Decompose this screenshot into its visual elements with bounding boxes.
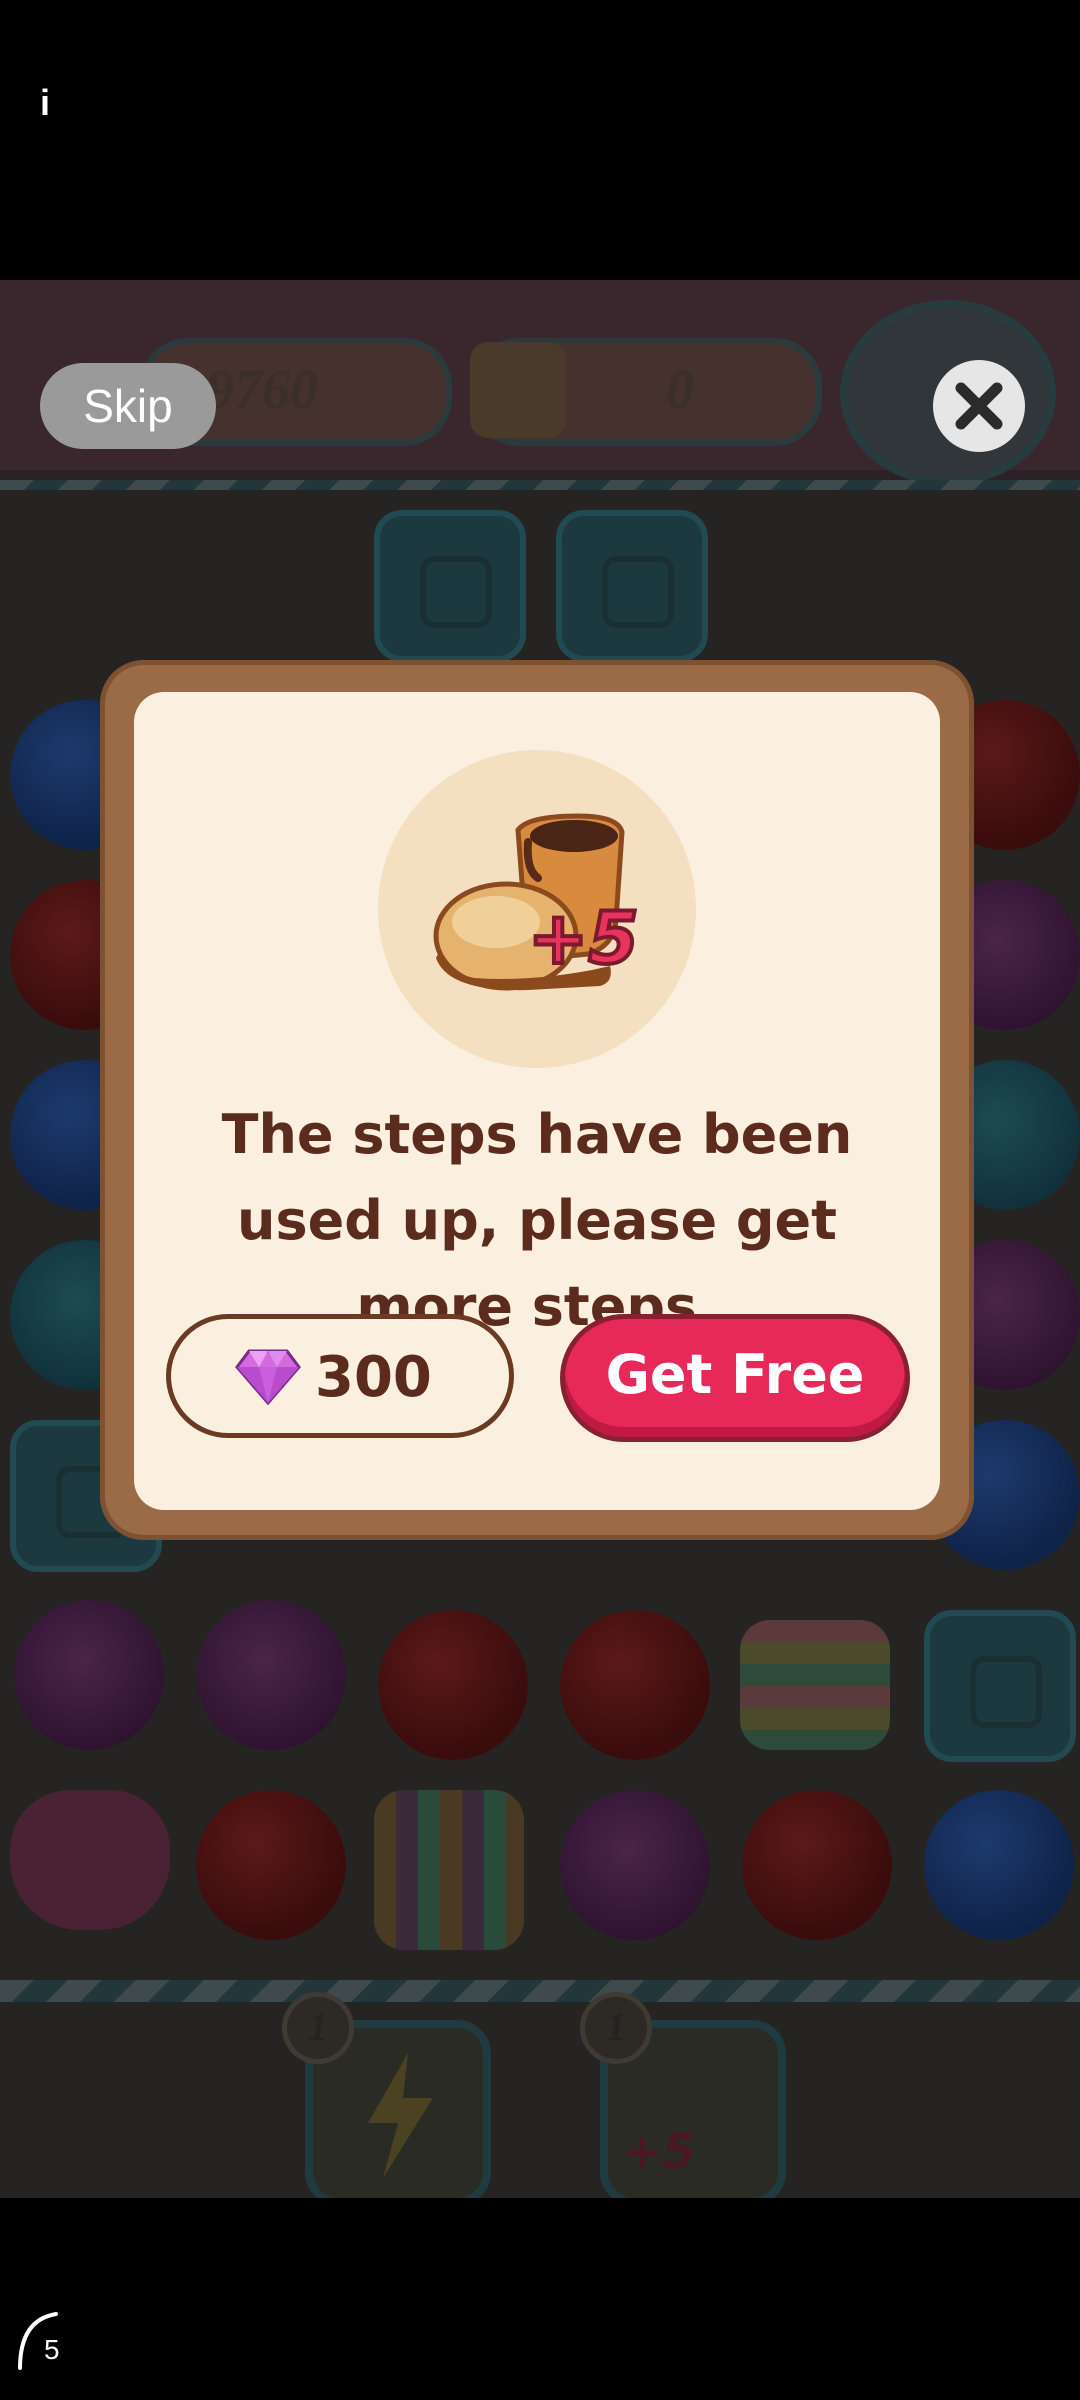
- striped-candy: [374, 1790, 524, 1950]
- candy-purple: [196, 1600, 346, 1750]
- candy-red: [378, 1610, 528, 1760]
- screen: i 9760 0 1 +5 1 Skip +5 The steps have b…: [0, 0, 1080, 2400]
- moves-value: 0: [666, 359, 694, 421]
- skip-button[interactable]: Skip: [40, 363, 216, 449]
- ice-tile: [924, 1610, 1076, 1762]
- striped-candy: [740, 1620, 890, 1750]
- candy-heart: [10, 1790, 170, 1930]
- candy-red: [560, 1610, 710, 1760]
- close-button[interactable]: [933, 360, 1025, 452]
- dialog-message: The steps have been used up, please get …: [221, 1103, 853, 1338]
- booster-count-badge: 1: [282, 1992, 354, 2064]
- dice-icon: [470, 342, 566, 438]
- candy-purple: [14, 1600, 164, 1750]
- reward-bonus: +5: [526, 894, 640, 982]
- booster-bonus: +5: [622, 2124, 696, 2180]
- get-free-button[interactable]: Get Free: [560, 1314, 910, 1442]
- timer-count: 5: [44, 2334, 60, 2365]
- ice-tile: [374, 510, 526, 662]
- dialog-panel: +5 The steps have been used up, please g…: [134, 692, 940, 1510]
- score-value: 9760: [206, 359, 318, 421]
- booster-count-badge: 1: [580, 1992, 652, 2064]
- buy-with-gems-button[interactable]: 300: [166, 1314, 514, 1438]
- gem-icon: [235, 1349, 301, 1405]
- out-of-moves-dialog: +5 The steps have been used up, please g…: [100, 660, 974, 1540]
- candy-blue: [924, 1790, 1074, 1940]
- candy-red: [742, 1790, 892, 1940]
- info-icon[interactable]: i: [40, 82, 50, 124]
- candy-purple: [560, 1790, 710, 1940]
- board-border-bottom: [0, 1980, 1080, 2002]
- ice-tile: [556, 510, 708, 662]
- candy-red: [196, 1790, 346, 1940]
- close-icon: [955, 382, 1003, 430]
- reward-badge: +5: [378, 750, 696, 1068]
- gem-price: 300: [315, 1345, 432, 1410]
